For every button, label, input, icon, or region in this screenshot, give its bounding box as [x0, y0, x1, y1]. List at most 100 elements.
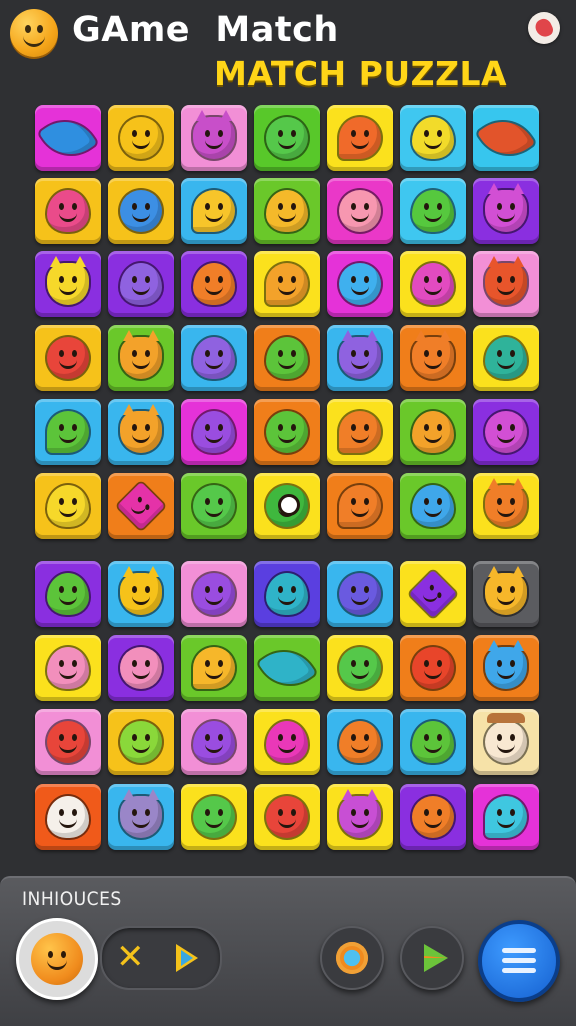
bubble-creature-icon [339, 411, 381, 453]
board-tile[interactable] [400, 709, 466, 775]
round-creature-icon [412, 647, 454, 689]
drop-creature-icon [412, 190, 454, 232]
round-creature-icon [266, 117, 308, 159]
board-tile[interactable] [181, 105, 247, 171]
rocket-creature-icon [476, 108, 536, 168]
board-tile[interactable] [473, 635, 539, 701]
shuffle-x-icon[interactable]: ✕ [116, 938, 145, 976]
board-tile[interactable] [254, 105, 320, 171]
notification-icon[interactable] [528, 12, 560, 44]
board-tile[interactable] [327, 178, 393, 244]
board-tile[interactable] [35, 399, 101, 465]
board-tile[interactable] [254, 251, 320, 317]
board-tile[interactable] [473, 709, 539, 775]
board-tile[interactable] [254, 635, 320, 701]
board-tile[interactable] [35, 473, 101, 539]
spiky-creature-icon [120, 330, 162, 379]
board-tile[interactable] [327, 784, 393, 850]
board-tile[interactable] [108, 251, 174, 317]
board-tile[interactable] [473, 561, 539, 627]
board-tile[interactable] [108, 709, 174, 775]
board-tile[interactable] [400, 325, 466, 391]
board-tile[interactable] [35, 635, 101, 701]
board-tile[interactable] [35, 709, 101, 775]
board-tile[interactable] [473, 473, 539, 539]
board-tile[interactable] [400, 784, 466, 850]
board-tile[interactable] [108, 784, 174, 850]
round-creature-icon [120, 117, 162, 159]
board-tile[interactable] [108, 325, 174, 391]
drop-creature-icon [412, 411, 454, 453]
drop-creature-icon [47, 647, 89, 689]
spiky-creature-icon [412, 330, 454, 379]
board-tile[interactable] [327, 399, 393, 465]
board-tile[interactable] [35, 325, 101, 391]
board-tile[interactable] [473, 178, 539, 244]
board-tile[interactable] [181, 178, 247, 244]
board-tile[interactable] [327, 709, 393, 775]
board-tile[interactable] [473, 251, 539, 317]
board-tile[interactable] [108, 105, 174, 171]
board-tile[interactable] [108, 399, 174, 465]
powerup-pill[interactable]: ✕ [100, 926, 222, 990]
board-tile[interactable] [35, 105, 101, 171]
menu-button[interactable] [478, 920, 560, 1002]
board-tile[interactable] [181, 561, 247, 627]
board-tile[interactable] [108, 178, 174, 244]
bubble-creature-icon [485, 796, 527, 838]
board-tile[interactable] [35, 561, 101, 627]
spiky-creature-icon [120, 404, 162, 453]
board-tile[interactable] [181, 473, 247, 539]
hatted-creature-icon [485, 713, 527, 763]
board-tile[interactable] [254, 399, 320, 465]
board-tile[interactable] [254, 178, 320, 244]
board-tile[interactable] [35, 178, 101, 244]
board-tile[interactable] [473, 399, 539, 465]
board-tile[interactable] [181, 325, 247, 391]
board-tile[interactable] [35, 784, 101, 850]
spiky-creature-icon [120, 566, 162, 615]
round-creature-icon [193, 573, 235, 615]
board-tile[interactable] [327, 325, 393, 391]
eyeball-creature-icon [266, 485, 308, 527]
board-tile[interactable] [181, 399, 247, 465]
player-avatar-button[interactable] [16, 918, 98, 1000]
bubble-creature-icon [193, 190, 235, 232]
board-tile[interactable] [108, 473, 174, 539]
board-tile[interactable] [473, 105, 539, 171]
board-tile[interactable] [400, 105, 466, 171]
board-tile[interactable] [400, 561, 466, 627]
play-button[interactable] [400, 926, 464, 990]
board-tile[interactable] [327, 251, 393, 317]
round-creature-icon [339, 573, 381, 615]
board-tile[interactable] [400, 635, 466, 701]
board-tile[interactable] [108, 635, 174, 701]
board-tile[interactable] [400, 251, 466, 317]
board-tile[interactable] [327, 473, 393, 539]
board-tile[interactable] [327, 105, 393, 171]
settings-button[interactable] [320, 926, 384, 990]
board-tile[interactable] [35, 251, 101, 317]
board-tile[interactable] [181, 709, 247, 775]
board-tile[interactable] [400, 473, 466, 539]
round-creature-icon [120, 647, 162, 689]
board-tile[interactable] [254, 473, 320, 539]
board-tile[interactable] [400, 399, 466, 465]
board-tile[interactable] [254, 784, 320, 850]
smiley-logo-icon [10, 9, 58, 57]
bottom-bar: INHIOUCES ✕ [0, 876, 576, 1026]
next-arrow-icon[interactable] [176, 944, 198, 972]
board-tile[interactable] [181, 784, 247, 850]
drop-creature-icon [412, 721, 454, 763]
board-tile[interactable] [181, 251, 247, 317]
board-tile[interactable] [327, 561, 393, 627]
board-tile[interactable] [400, 178, 466, 244]
board-tile[interactable] [254, 709, 320, 775]
board-tile[interactable] [327, 635, 393, 701]
board-tile[interactable] [108, 561, 174, 627]
board-tile[interactable] [254, 561, 320, 627]
board-tile[interactable] [473, 325, 539, 391]
board-tile[interactable] [473, 784, 539, 850]
board-tile[interactable] [181, 635, 247, 701]
board-tile[interactable] [254, 325, 320, 391]
